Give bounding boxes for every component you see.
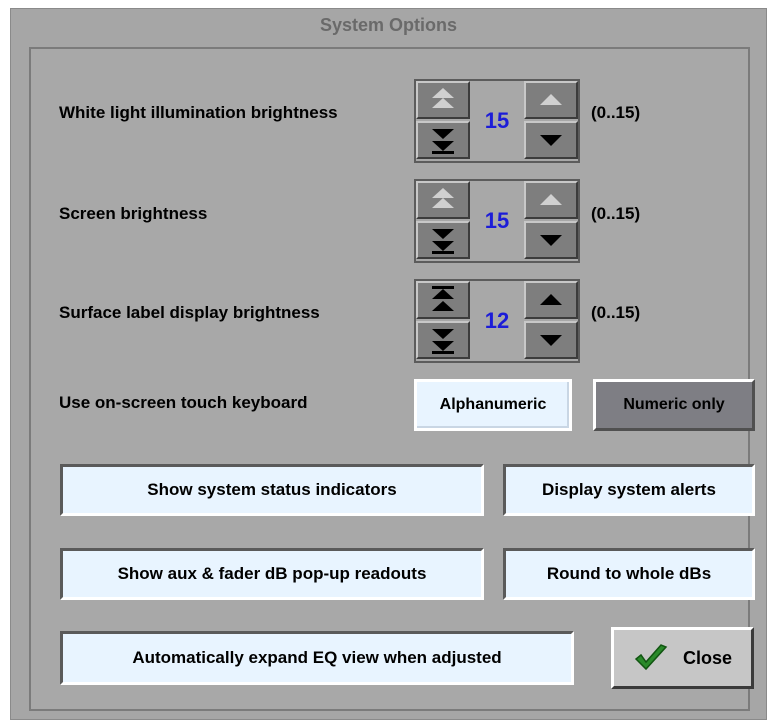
show-status-indicators-toggle[interactable]: Show system status indicators [60,464,484,516]
numeric-only-button[interactable]: Numeric only [593,379,755,431]
double-down-arrow-icon [432,329,454,354]
dialog-title: System Options [319,15,458,35]
double-down-arrow-icon [432,229,454,254]
down-arrow-icon [540,135,562,146]
decrease-button[interactable] [524,321,578,359]
screen-brightness-stepper: 15 [414,179,580,263]
increase-button[interactable] [524,81,578,119]
surface-label-brightness-label: Surface label display brightness [59,303,320,322]
show-db-readouts-toggle[interactable]: Show aux & fader dB pop-up readouts [60,548,484,600]
system-options-dialog: System Options White light illumination … [10,8,767,720]
double-up-arrow-icon [432,188,454,208]
up-arrow-icon [540,194,562,205]
increase-fast-button[interactable] [416,81,470,119]
stepper-value: 15 [484,208,510,233]
double-up-arrow-icon [432,286,454,311]
double-down-arrow-icon [432,129,454,154]
close-button[interactable]: Close [611,627,754,689]
keyboard-label: Use on-screen touch keyboard [59,393,308,412]
increase-fast-button[interactable] [416,281,470,319]
increase-fast-button[interactable] [416,181,470,219]
range-hint: (0..15) [591,204,641,223]
surface-label-brightness-stepper: 12 [414,279,580,363]
decrease-fast-button[interactable] [416,321,470,359]
double-up-arrow-icon [432,88,454,108]
up-arrow-icon [540,294,562,305]
range-hint: (0..15) [591,303,641,322]
white-light-brightness-label: White light illumination brightness [59,103,338,122]
checkmark-icon [634,644,668,671]
screen-brightness-label: Screen brightness [59,204,208,223]
display-system-alerts-toggle[interactable]: Display system alerts [503,464,755,516]
white-light-brightness-stepper: 15 [414,79,580,163]
options-panel: White light illumination brightness 15 (… [29,47,755,711]
auto-expand-eq-toggle[interactable]: Automatically expand EQ view when adjust… [60,631,574,685]
decrease-button[interactable] [524,221,578,259]
increase-button[interactable] [524,281,578,319]
round-whole-db-toggle[interactable]: Round to whole dBs [503,548,755,600]
stepper-value: 12 [484,308,510,333]
range-hint: (0..15) [591,103,641,122]
close-label: Close [682,647,733,668]
decrease-fast-button[interactable] [416,121,470,159]
decrease-fast-button[interactable] [416,221,470,259]
stepper-value: 15 [484,108,510,133]
down-arrow-icon [540,335,562,346]
up-arrow-icon [540,94,562,105]
down-arrow-icon [540,235,562,246]
alphanumeric-button[interactable]: Alphanumeric [414,379,572,431]
increase-button[interactable] [524,181,578,219]
decrease-button[interactable] [524,121,578,159]
